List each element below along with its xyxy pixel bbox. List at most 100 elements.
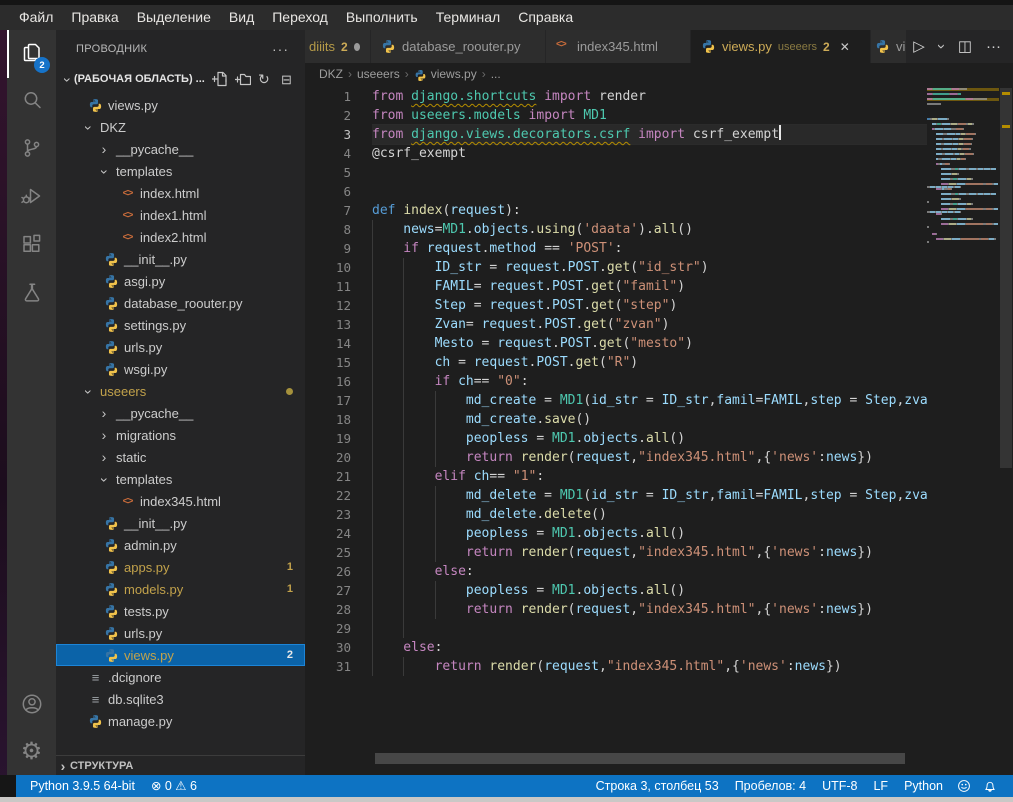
- code-line-24[interactable]: peopless = MD1.objects.all(): [372, 524, 927, 543]
- tree-item-views.py[interactable]: views.py: [56, 94, 305, 116]
- code-line-1[interactable]: from django.shortcuts import render: [372, 87, 927, 106]
- line-number-gutter[interactable]: 1234567891011121314151617181920212223242…: [305, 87, 351, 676]
- run-python-file-icon[interactable]: ▷: [913, 39, 925, 54]
- status-language-mode[interactable]: Python: [896, 775, 951, 797]
- status-python-interpreter[interactable]: Python 3.9.5 64-bit: [22, 775, 143, 797]
- code-line-31[interactable]: return render(request,"index345.html",{'…: [372, 657, 927, 676]
- tree-item-__init__.py[interactable]: __init__.py: [56, 248, 305, 270]
- code-line-22[interactable]: md_delete = MD1(id_str = ID_str,famil=FA…: [372, 486, 927, 505]
- code-line-20[interactable]: return render(request,"index345.html",{'…: [372, 448, 927, 467]
- code-line-17[interactable]: md_create = MD1(id_str = ID_str,famil=FA…: [372, 391, 927, 410]
- code-line-25[interactable]: return render(request,"index345.html",{'…: [372, 543, 927, 562]
- activity-settings-button[interactable]: ⚙: [7, 729, 56, 775]
- tree-item-asgi.py[interactable]: asgi.py: [56, 270, 305, 292]
- menu-item-go[interactable]: Переход: [263, 5, 337, 30]
- tab-database_roouter.py[interactable]: database_roouter.py: [371, 30, 546, 63]
- tree-item-tests.py[interactable]: tests.py: [56, 600, 305, 622]
- activity-extensions-button[interactable]: [7, 222, 56, 270]
- code-line-19[interactable]: peopless = MD1.objects.all(): [372, 429, 927, 448]
- workspace-section-header[interactable]: › (РАБОЧАЯ ОБЛАСТЬ) ... ↻⊟: [56, 68, 305, 90]
- tab-diiits[interactable]: diiits2: [305, 30, 371, 63]
- activity-testing-button[interactable]: [7, 270, 56, 318]
- code-line-28[interactable]: return render(request,"index345.html",{'…: [372, 600, 927, 619]
- code-line-9[interactable]: if request.method == 'POST':: [372, 239, 927, 258]
- menu-item-run[interactable]: Выполнить: [337, 5, 427, 30]
- collapse-all-icon[interactable]: ⊟: [281, 71, 297, 87]
- tree-item-wsgi.py[interactable]: wsgi.py: [56, 358, 305, 380]
- horizontal-scrollbar[interactable]: [305, 753, 1013, 764]
- menu-item-edit[interactable]: Правка: [62, 5, 127, 30]
- activity-run-debug-button[interactable]: [7, 174, 56, 222]
- tree-item-admin.py[interactable]: admin.py: [56, 534, 305, 556]
- tree-item-DKZ[interactable]: ›DKZ: [56, 116, 305, 138]
- activity-search-button[interactable]: [7, 78, 56, 126]
- tree-item-index2.html[interactable]: <>index2.html: [56, 226, 305, 248]
- explorer-more-actions-icon[interactable]: ···: [272, 41, 289, 57]
- tab-views.py[interactable]: views.pyuseeers2✕: [691, 30, 871, 63]
- code-line-26[interactable]: else:: [372, 562, 927, 581]
- tree-item-.dcignore[interactable]: ≡.dcignore: [56, 666, 305, 688]
- code-line-7[interactable]: def index(request):: [372, 201, 927, 220]
- code-line-3[interactable]: from django.views.decorators.csrf import…: [372, 125, 927, 144]
- tree-item-models.py[interactable]: models.py1: [56, 578, 305, 600]
- minimap[interactable]: [927, 88, 999, 268]
- split-editor-icon[interactable]: ◫: [958, 39, 972, 54]
- code-line-6[interactable]: [372, 182, 927, 201]
- tree-item-apps.py[interactable]: apps.py1: [56, 556, 305, 578]
- tree-item-static[interactable]: ›static: [56, 446, 305, 468]
- new-file-icon[interactable]: [212, 71, 228, 87]
- new-folder-icon[interactable]: [235, 71, 251, 87]
- close-tab-icon[interactable]: ✕: [840, 40, 850, 54]
- code-line-10[interactable]: ID_str = request.POST.get("id_str"): [372, 258, 927, 277]
- code-line-23[interactable]: md_delete.delete(): [372, 505, 927, 524]
- menu-item-file[interactable]: Файл: [10, 5, 62, 30]
- tree-item-templates[interactable]: ›templates: [56, 468, 305, 490]
- code-line-2[interactable]: from useeers.models import MD1: [372, 106, 927, 125]
- code-line-14[interactable]: Mesto = request.POST.get("mesto"): [372, 334, 927, 353]
- activity-source-control-button[interactable]: [7, 126, 56, 174]
- tree-item-database_roouter.py[interactable]: database_roouter.py: [56, 292, 305, 314]
- code-line-4[interactable]: @csrf_exempt: [372, 144, 927, 163]
- code-line-13[interactable]: Zvan= request.POST.get("zvan"): [372, 315, 927, 334]
- tree-item-settings.py[interactable]: settings.py: [56, 314, 305, 336]
- tree-item-index.html[interactable]: <>index.html: [56, 182, 305, 204]
- tree-item-urls.py[interactable]: urls.py: [56, 622, 305, 644]
- menu-item-help[interactable]: Справка: [509, 5, 582, 30]
- vertical-scrollbar[interactable]: [999, 85, 1013, 775]
- code-line-8[interactable]: news=MD1.objects.using('daata').all(): [372, 220, 927, 239]
- menu-item-terminal[interactable]: Терминал: [427, 5, 509, 30]
- refresh-icon[interactable]: ↻: [258, 71, 274, 87]
- code-line-18[interactable]: md_create.save(): [372, 410, 927, 429]
- activity-accounts-button[interactable]: [7, 683, 56, 729]
- run-dropdown-icon[interactable]: ›: [934, 44, 949, 49]
- status-encoding[interactable]: UTF-8: [814, 775, 865, 797]
- tree-item-index345.html[interactable]: <>index345.html: [56, 490, 305, 512]
- tab-vie[interactable]: vie: [871, 30, 907, 63]
- tree-item-manage.py[interactable]: manage.py: [56, 710, 305, 732]
- feedback-icon[interactable]: [951, 775, 977, 797]
- status-eol[interactable]: LF: [865, 775, 896, 797]
- tree-item-__pycache__[interactable]: ›__pycache__: [56, 402, 305, 424]
- notifications-bell-icon[interactable]: [977, 775, 1003, 797]
- tree-item-views.py[interactable]: views.py2: [56, 644, 305, 666]
- more-actions-icon[interactable]: ···: [986, 39, 1001, 54]
- outline-section-header[interactable]: › СТРУКТУРА: [56, 755, 305, 775]
- code-line-30[interactable]: else:: [372, 638, 927, 657]
- code-line-27[interactable]: peopless = MD1.objects.all(): [372, 581, 927, 600]
- status-problems[interactable]: ⊗ 0 ⚠ 6: [143, 775, 205, 797]
- code-line-16[interactable]: if ch== "0":: [372, 372, 927, 391]
- code-line-5[interactable]: [372, 163, 927, 182]
- breadcrumb-item-views.py[interactable]: views.py: [414, 67, 477, 81]
- code-line-15[interactable]: ch = request.POST.get("R"): [372, 353, 927, 372]
- status-cursor-position[interactable]: Строка 3, столбец 53: [588, 775, 727, 797]
- status-indentation[interactable]: Пробелов: 4: [727, 775, 814, 797]
- tree-item-templates[interactable]: ›templates: [56, 160, 305, 182]
- menu-item-selection[interactable]: Выделение: [128, 5, 220, 30]
- horizontal-scrollbar-thumb[interactable]: [375, 753, 905, 764]
- tree-item-__pycache__[interactable]: ›__pycache__: [56, 138, 305, 160]
- menu-item-view[interactable]: Вид: [220, 5, 263, 30]
- tab-index345.html[interactable]: <>index345.html: [546, 30, 691, 63]
- code-lines[interactable]: from django.shortcuts import renderfrom …: [372, 87, 927, 676]
- activity-explorer-button[interactable]: 2: [7, 30, 56, 78]
- tree-item-db.sqlite3[interactable]: ≡db.sqlite3: [56, 688, 305, 710]
